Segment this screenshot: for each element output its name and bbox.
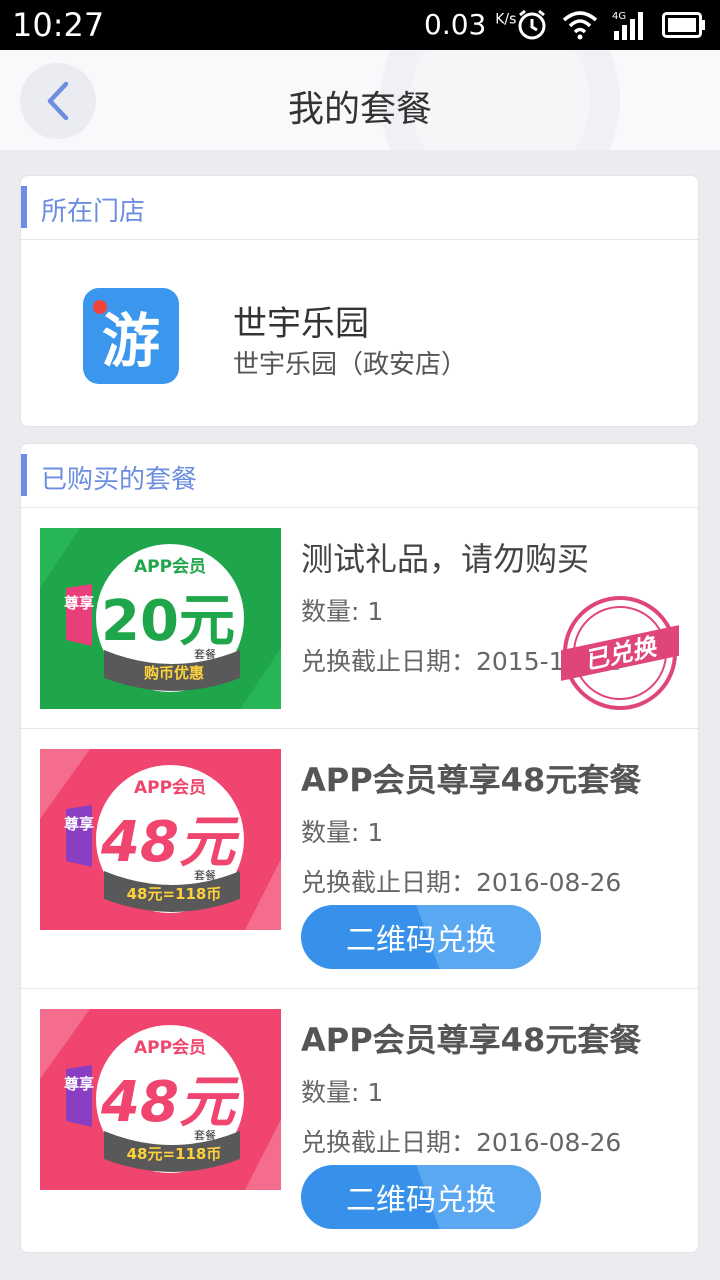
image-badge-top: APP会员 xyxy=(134,556,206,577)
package-title: APP会员尊享48元套餐 xyxy=(301,1021,642,1059)
package-quantity: 数量: 1 xyxy=(301,597,384,626)
package-image: APP会员 尊享 48元 套餐 48元=118币 xyxy=(40,1009,281,1190)
signal-icon: 4G xyxy=(612,9,648,41)
network-speed-unit: K/s xyxy=(495,11,517,28)
image-amount: 48元 xyxy=(100,1070,240,1135)
package-image: APP会员 尊享 20元 套餐 购币优惠 xyxy=(40,528,281,709)
image-amount-sub: 套餐 xyxy=(194,647,216,661)
store-logo: 游 xyxy=(83,288,179,384)
status-bar: 10:27 0.03 K/s 4G xyxy=(0,0,720,50)
packages-card: 已购买的套餐 APP会员 尊享 20元 套餐 购币优惠 测试礼品，请勿购买 数量… xyxy=(20,443,699,1253)
packages-section-header: 已购买的套餐 xyxy=(21,444,698,508)
store-branch: 世宇乐园（政安店） xyxy=(233,350,468,380)
store-section-title: 所在门店 xyxy=(41,197,146,227)
package-item[interactable]: APP会员 尊享 20元 套餐 购币优惠 测试礼品，请勿购买 数量: 1 兑换截… xyxy=(21,508,698,729)
package-quantity: 数量: 1 xyxy=(301,1078,384,1107)
redeemed-stamp: 已兑换 xyxy=(561,596,679,710)
image-amount-sub: 套餐 xyxy=(194,868,216,882)
qr-redeem-button[interactable]: 二维码兑换 xyxy=(301,1165,541,1229)
image-amount: 48元 xyxy=(100,810,240,875)
package-deadline: 兑换截止日期：2016-08-26 xyxy=(301,868,622,897)
qr-redeem-button-label: 二维码兑换 xyxy=(346,1184,496,1217)
store-card: 所在门店 游 世宇乐园 世宇乐园（政安店） xyxy=(20,175,699,427)
store-section-header: 所在门店 xyxy=(21,176,698,240)
package-item[interactable]: APP会员 尊享 48元 套餐 48元=118币 APP会员尊享48元套餐 数量… xyxy=(21,729,698,989)
package-deadline: 兑换截止日期：2016-08-26 xyxy=(301,1128,622,1157)
package-item[interactable]: APP会员 尊享 48元 套餐 48元=118币 APP会员尊享48元套餐 数量… xyxy=(21,989,698,1252)
alarm-icon xyxy=(516,9,548,41)
image-badge-top: APP会员 xyxy=(134,1037,206,1058)
package-image: APP会员 尊享 48元 套餐 48元=118币 xyxy=(40,749,281,930)
image-badge-top: APP会员 xyxy=(134,777,206,798)
qr-redeem-button[interactable]: 二维码兑换 xyxy=(301,905,541,969)
package-title: APP会员尊享48元套餐 xyxy=(301,761,642,799)
image-side-label: 尊享 xyxy=(64,1075,94,1093)
network-speed-value: 0.03 xyxy=(424,8,487,41)
wifi-icon xyxy=(562,10,598,40)
store-logo-text: 游 xyxy=(101,307,160,375)
image-amount-sub: 套餐 xyxy=(194,1128,216,1142)
network-type-label: 4G xyxy=(612,11,626,22)
qr-redeem-button-label: 二维码兑换 xyxy=(346,924,496,957)
page-title: 我的套餐 xyxy=(287,89,432,130)
image-ribbon: 购币优惠 xyxy=(144,664,204,682)
package-quantity: 数量: 1 xyxy=(301,818,384,847)
image-amount: 20元 xyxy=(101,589,235,654)
package-title: 测试礼品，请勿购买 xyxy=(301,540,590,578)
battery-icon xyxy=(662,12,706,38)
image-ribbon: 48元=118币 xyxy=(127,885,222,903)
store-name: 世宇乐园 xyxy=(233,304,369,344)
image-ribbon: 48元=118币 xyxy=(127,1145,222,1163)
image-side-label: 尊享 xyxy=(64,815,94,833)
image-side-label: 尊享 xyxy=(64,594,94,612)
packages-section-title: 已购买的套餐 xyxy=(41,465,198,495)
app-header: 我的套餐 xyxy=(0,50,720,150)
network-speed: 0.03 K/s xyxy=(424,8,516,41)
status-time: 10:27 xyxy=(12,6,105,44)
